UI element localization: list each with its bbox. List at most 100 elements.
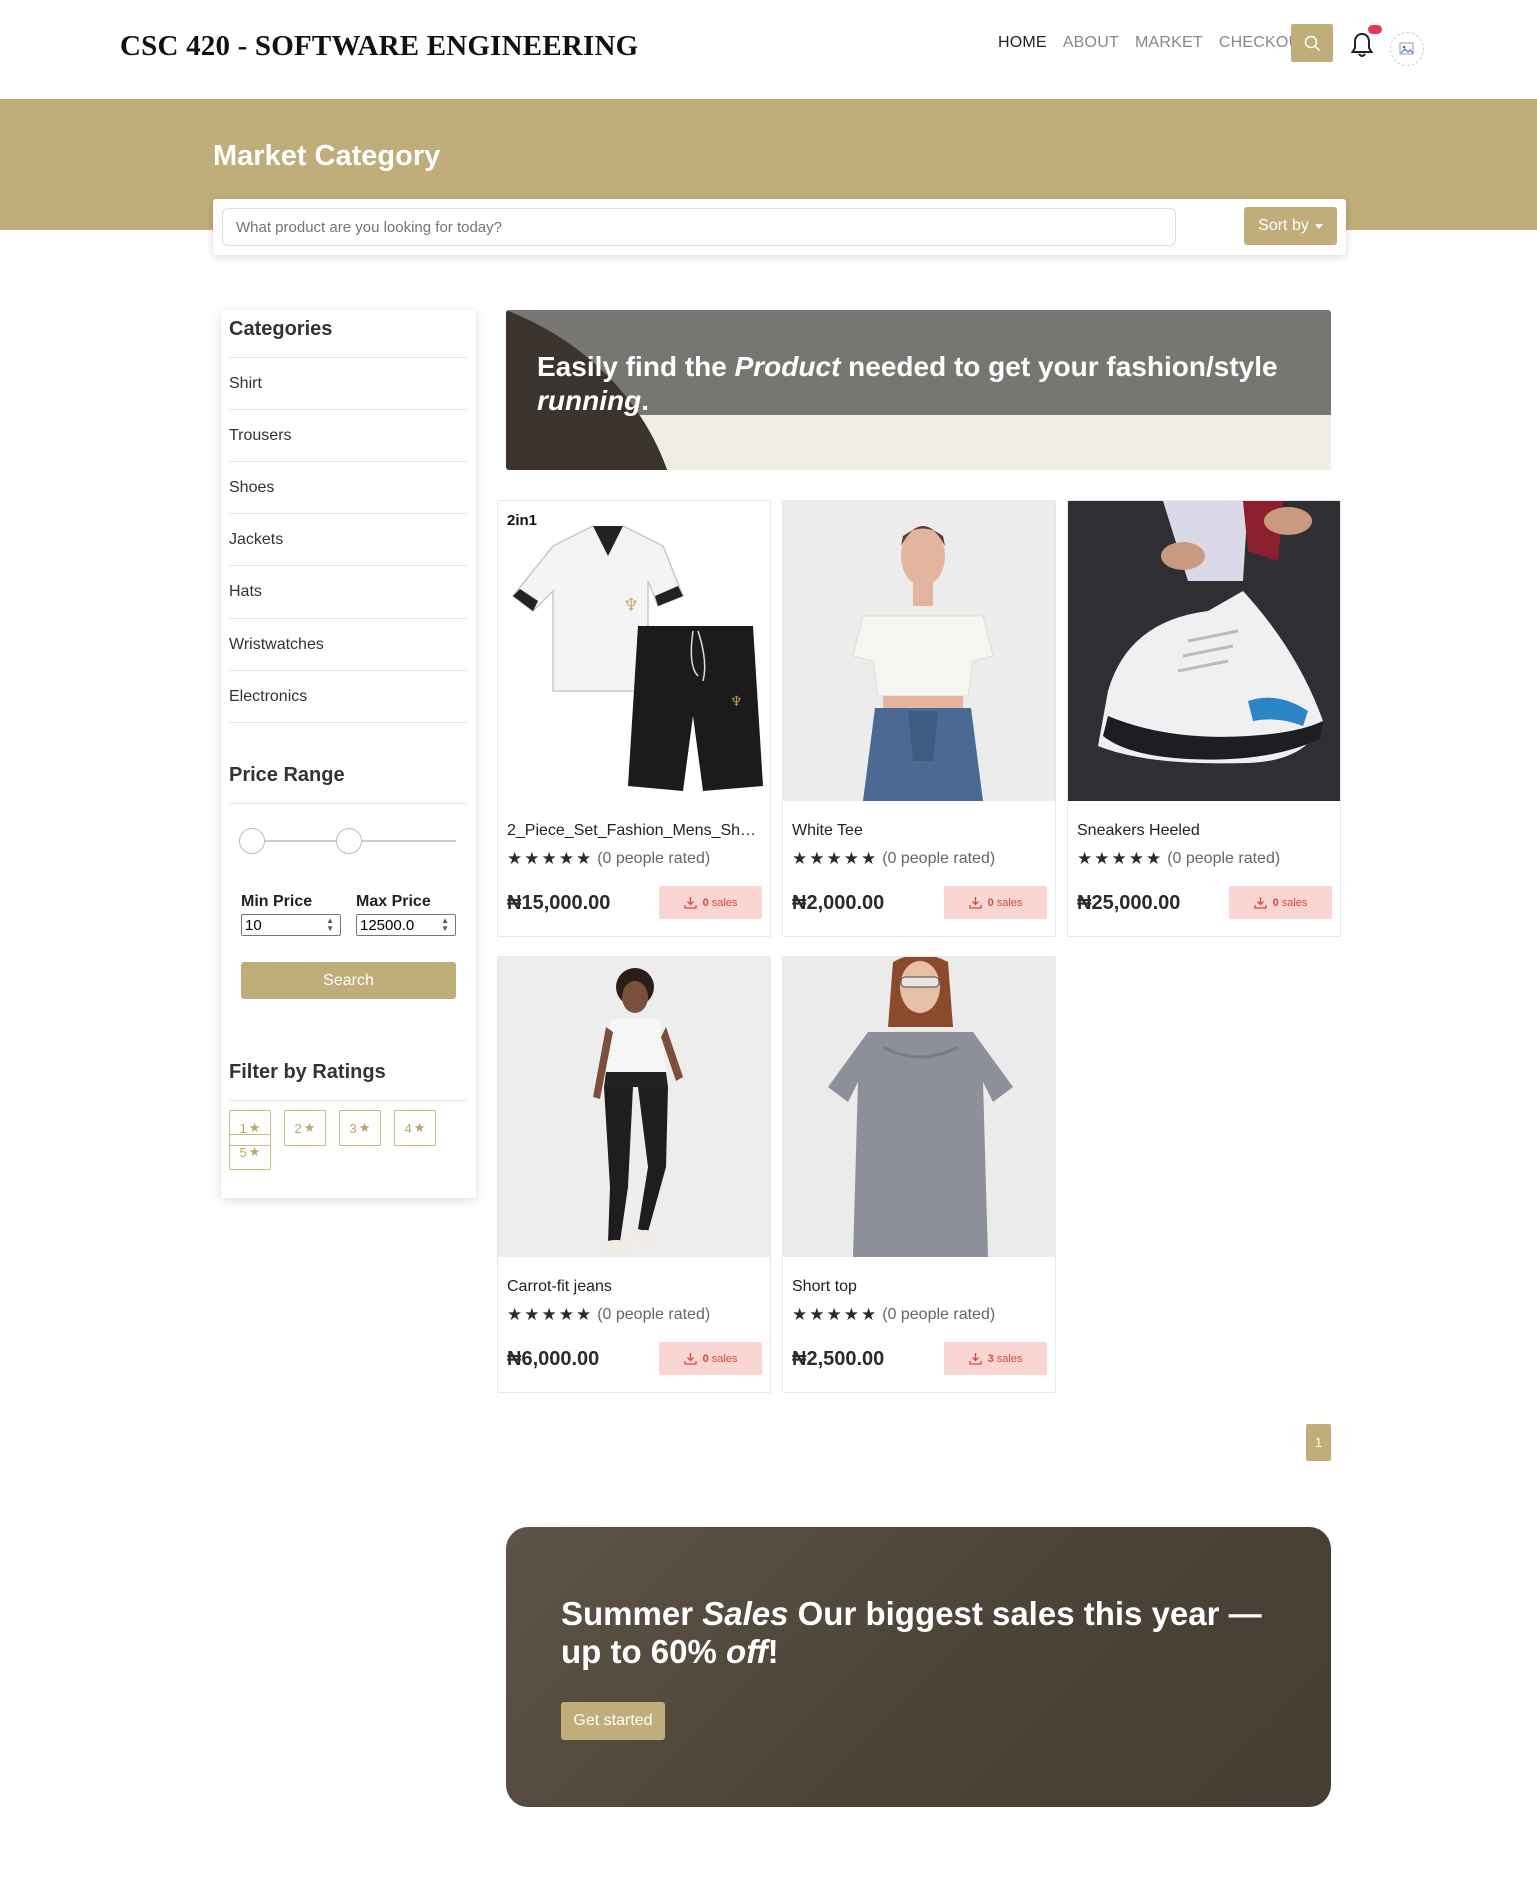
product-image[interactable] [1068, 501, 1341, 801]
sales-badge[interactable]: 3 sales [944, 1342, 1047, 1375]
nav-home[interactable]: HOME [998, 34, 1047, 52]
star-icon: ★ [413, 1120, 426, 1135]
divider [229, 565, 467, 566]
product-price: ₦25,000.00 [1077, 892, 1181, 914]
star-rating-icon: ★★★★★ [507, 1305, 594, 1324]
star-rating-icon: ★★★★★ [792, 849, 879, 868]
price-search-button[interactable]: Search [241, 962, 456, 999]
top-navbar: CSC 420 - SOFTWARE ENGINEERING HOME ABOU… [0, 0, 1537, 99]
max-price-input[interactable]: 12500.0 ▲ ▼ [356, 914, 456, 936]
divider [229, 803, 467, 804]
product-image[interactable] [783, 501, 1056, 801]
product-image-label: 2in1 [507, 512, 537, 529]
notification-badge [1368, 25, 1382, 34]
stepper-icon[interactable]: ▲ ▼ [441, 917, 449, 933]
category-shirt[interactable]: Shirt [229, 375, 262, 393]
get-started-button[interactable]: Get started [561, 1702, 665, 1740]
category-jackets[interactable]: Jackets [229, 531, 283, 549]
rating-count: (0 people rated) [597, 1306, 711, 1323]
sales-badge[interactable]: 0 sales [659, 1342, 762, 1375]
sales-badge[interactable]: 0 sales [944, 886, 1047, 919]
rating-filter-5[interactable]: 5 ★ [229, 1134, 271, 1170]
user-avatar[interactable] [1390, 32, 1424, 66]
product-image[interactable] [498, 957, 771, 1257]
nav-links: HOME ABOUT MARKET CHECKOUT [998, 34, 1326, 52]
rating-filter-4[interactable]: 4 ★ [394, 1110, 436, 1146]
notification-button[interactable] [1349, 31, 1375, 59]
product-image[interactable]: 2in1 ♆ ♆ [498, 501, 771, 801]
sales-badge[interactable]: 0 sales [1229, 886, 1332, 919]
page-title: Market Category [213, 140, 441, 172]
product-card[interactable]: Sneakers Heeled ★★★★★ (0 people rated) ₦2… [1067, 500, 1341, 937]
sort-by-dropdown[interactable]: Sort by [1244, 207, 1337, 245]
sales-label: sales [996, 1352, 1023, 1365]
nav-about[interactable]: ABOUT [1063, 34, 1119, 52]
product-rating: ★★★★★ (0 people rated) [792, 849, 995, 869]
product-name[interactable]: White Tee [792, 822, 1048, 840]
price-range-heading: Price Range [229, 764, 345, 786]
category-wristwatches[interactable]: Wristwatches [229, 636, 324, 654]
site-brand[interactable]: CSC 420 - SOFTWARE ENGINEERING [120, 30, 638, 63]
min-price-input[interactable]: 10 ▲ ▼ [241, 914, 341, 936]
max-price-label: Max Price [356, 893, 431, 910]
product-rating: ★★★★★ (0 people rated) [507, 1305, 710, 1325]
star-rating-icon: ★★★★★ [507, 849, 594, 868]
sales-label: sales [711, 1352, 738, 1365]
product-image[interactable] [783, 957, 1056, 1257]
search-icon [1304, 35, 1320, 51]
star-rating-icon: ★★★★★ [1077, 849, 1164, 868]
download-icon [968, 1353, 982, 1365]
divider [229, 513, 467, 514]
stepper-icon[interactable]: ▲ ▼ [326, 917, 334, 933]
category-hats[interactable]: Hats [229, 583, 262, 601]
download-icon [683, 1353, 697, 1365]
product-price: ₦6,000.00 [507, 1348, 600, 1370]
max-price-value: 12500.0 [360, 916, 415, 934]
category-electronics[interactable]: Electronics [229, 688, 307, 706]
bell-icon [1350, 32, 1374, 57]
market-search-bar: Sort by [213, 199, 1346, 255]
sales-badge[interactable]: 0 sales [659, 886, 762, 919]
rating-filter-3[interactable]: 3 ★ [339, 1110, 381, 1146]
rating-value: 5 [239, 1144, 247, 1160]
product-name[interactable]: 2_Piece_Set_Fashion_Mens_Short... [507, 822, 763, 840]
hero-banner: Easily find the Product needed to get yo… [506, 310, 1331, 470]
broken-image-icon [1399, 42, 1414, 55]
price-slider-max-handle[interactable] [336, 828, 362, 854]
product-name[interactable]: Short top [792, 1278, 1048, 1296]
sales-count: 0 [987, 896, 994, 909]
nav-search-button[interactable] [1291, 24, 1333, 62]
rating-count: (0 people rated) [1167, 850, 1281, 867]
download-icon [683, 897, 697, 909]
product-card[interactable]: 2in1 ♆ ♆ 2_Piece_Set_Fashion_Mens_Short.… [497, 500, 771, 937]
product-card[interactable]: Carrot-fit jeans ★★★★★ (0 people rated) ₦… [497, 956, 771, 1393]
sort-by-label: Sort by [1258, 217, 1309, 234]
star-rating-icon: ★★★★★ [792, 1305, 879, 1324]
divider [229, 461, 467, 462]
product-card[interactable]: White Tee ★★★★★ (0 people rated) ₦2,000.0… [782, 500, 1056, 937]
product-name[interactable]: Sneakers Heeled [1077, 822, 1333, 840]
divider [229, 1100, 467, 1101]
chevron-down-icon [1314, 223, 1323, 229]
divider [229, 722, 467, 723]
download-icon [1253, 897, 1267, 909]
divider [229, 357, 467, 358]
rating-value: 3 [349, 1120, 357, 1136]
nav-market[interactable]: MARKET [1135, 34, 1203, 52]
product-name[interactable]: Carrot-fit jeans [507, 1278, 763, 1296]
star-icon: ★ [358, 1120, 371, 1135]
product-card[interactable]: Short top ★★★★★ (0 people rated) ₦2,500.0… [782, 956, 1056, 1393]
sales-label: sales [1281, 896, 1308, 909]
product-search-input[interactable] [222, 208, 1176, 246]
price-slider-min-handle[interactable] [239, 828, 265, 854]
category-shoes[interactable]: Shoes [229, 479, 274, 497]
rating-count: (0 people rated) [882, 1306, 996, 1323]
divider [229, 618, 467, 619]
sales-label: sales [996, 896, 1023, 909]
category-trousers[interactable]: Trousers [229, 427, 292, 445]
pagination-page-1[interactable]: 1 [1306, 1424, 1331, 1461]
product-price: ₦2,000.00 [792, 892, 885, 914]
rating-value: 4 [404, 1120, 412, 1136]
rating-filter-2[interactable]: 2 ★ [284, 1110, 326, 1146]
rating-value: 2 [294, 1120, 302, 1136]
